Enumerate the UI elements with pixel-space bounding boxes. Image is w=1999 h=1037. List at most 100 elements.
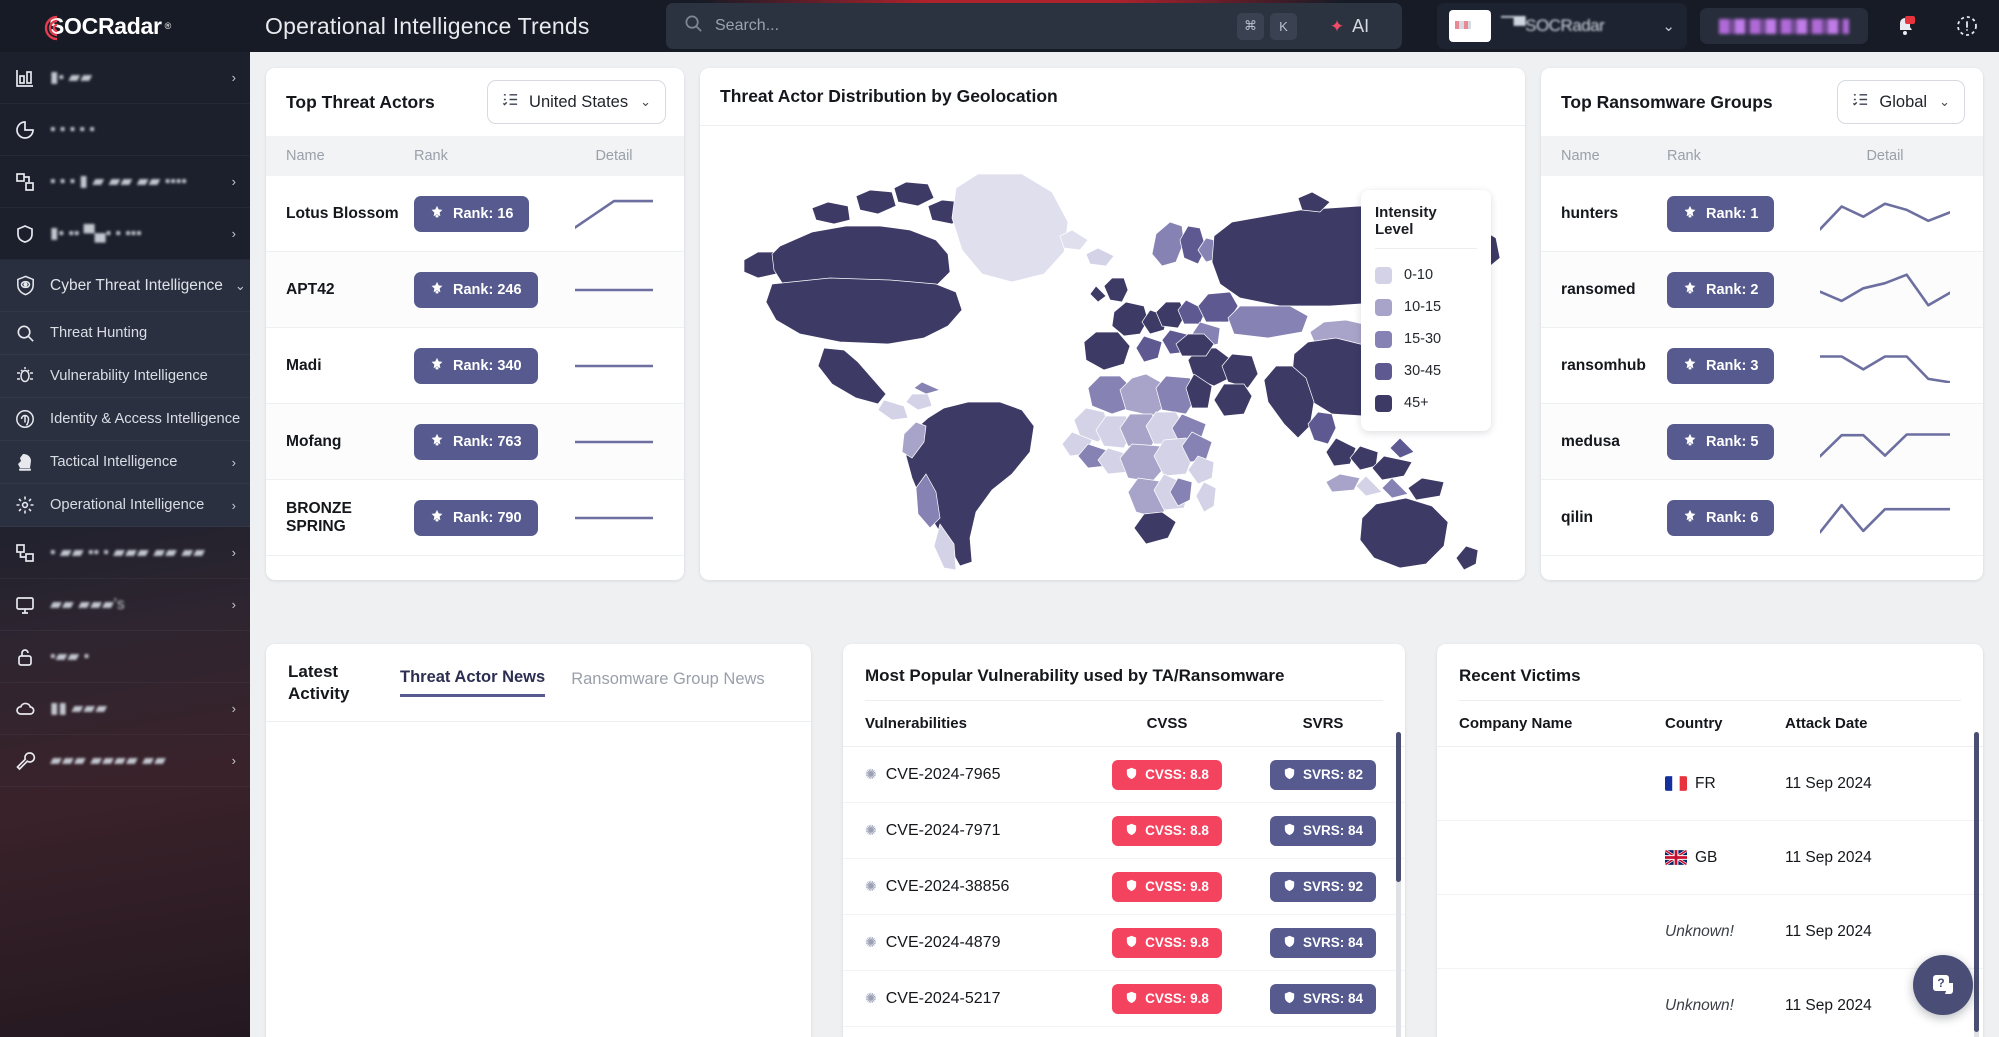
chevron-right-icon: ›	[231, 597, 236, 612]
search-icon	[12, 323, 38, 344]
sidebar-item-label: ▮▮ ▰▰▰	[50, 700, 108, 717]
brand-registered-icon: ®	[164, 21, 172, 31]
rank-badge[interactable]: Rank: 790	[414, 499, 538, 536]
chevron-right-icon: ›	[231, 497, 236, 513]
sidebar-item-6[interactable]: Threat Hunting	[0, 312, 250, 355]
global-search[interactable]: ⌘ K	[666, 3, 1311, 49]
cve-id[interactable]: CVE-2024-7971	[886, 822, 1001, 840]
victims-table-header: Company Name Country Attack Date	[1437, 701, 1983, 747]
tab-ransomware-group-news[interactable]: Ransomware Group News	[571, 670, 765, 696]
sidebar-item-7[interactable]: Vulnerability Intelligence	[0, 355, 250, 398]
sidebar-item-9[interactable]: Tactical Intelligence ›	[0, 441, 250, 484]
threat-actors-table-body: Lotus Blossom Rank: 16 APT42 Rank: 246 Madi R…	[266, 176, 684, 556]
sidebar-item-8[interactable]: Identity & Access Intelligence›	[0, 398, 250, 441]
table-row[interactable]: Unknown! 11 Sep 2024	[1437, 895, 1983, 969]
rank-badge[interactable]: Rank: 3	[1667, 347, 1775, 384]
sidebar-item-15[interactable]: ▰▰▰ ▰▰▰▰ ▰▰ ›	[0, 735, 250, 787]
table-row[interactable]: qilin Rank: 6	[1541, 480, 1983, 556]
table-row[interactable]: ✺ CVE-2024-5217 CVSS: 9.8 SVRS: 84	[843, 971, 1405, 1027]
cvss-badge[interactable]: CVSS: 8.8	[1112, 759, 1222, 790]
cve-id[interactable]: CVE-2024-5217	[886, 990, 1001, 1008]
rank-badge[interactable]: Rank: 16	[414, 195, 530, 232]
ransomware-region-select[interactable]: Global ⌄	[1837, 80, 1965, 124]
legend-row-1: 0-10	[1375, 259, 1477, 291]
table-row[interactable]: ✺ CVE-2024-38856 CVSS: 9.8 SVRS: 92	[843, 859, 1405, 915]
dashboard-row-bottom: Latest Activity Threat Actor News Ransom…	[266, 644, 1983, 1037]
table-row[interactable]: BRONZE SPRING Rank: 790	[266, 480, 684, 556]
table-row[interactable]: ✺CVE-2024-4577CVSS: 9.8SVRS: 99	[843, 1027, 1405, 1037]
pie-chart-icon	[12, 119, 38, 141]
ransomware-region-value: Global	[1879, 92, 1928, 111]
table-row[interactable]: Madi Rank: 340	[266, 328, 684, 404]
table-row[interactable]: ✺ CVE-2024-4879 CVSS: 9.8 SVRS: 84	[843, 915, 1405, 971]
sidebar-item-5[interactable]: Cyber Threat Intelligence ⌄	[0, 260, 250, 312]
kbd-k-key: K	[1270, 12, 1297, 40]
svrs-badge[interactable]: SVRS: 84	[1269, 983, 1377, 1014]
sidebar-item-11[interactable]: ▪ ▰▰ ▪▪ ▪ ▰▰▰ ▰▰ ▰▰ ›	[0, 527, 250, 579]
cve-id[interactable]: CVE-2024-38856	[886, 878, 1010, 896]
svrs-badge[interactable]: SVRS: 82	[1269, 759, 1377, 790]
threat-actor-name: Madi	[286, 356, 322, 374]
table-row[interactable]: Unknown! 11 Sep 2024	[1437, 969, 1983, 1037]
victims-scrollbar[interactable]	[1974, 732, 1979, 1037]
rank-badge[interactable]: Rank: 763	[414, 423, 538, 460]
vulnerability-scrollbar[interactable]	[1396, 732, 1401, 1037]
shield-icon	[1125, 879, 1138, 895]
sidebar-item-14[interactable]: ▮▮ ▰▰▰ ›	[0, 683, 250, 735]
table-row[interactable]: ransomed Rank: 2	[1541, 252, 1983, 328]
svrs-badge[interactable]: SVRS: 92	[1269, 871, 1377, 902]
table-row[interactable]: hunters Rank: 1	[1541, 176, 1983, 252]
help-support-fab[interactable]: ?	[1913, 955, 1973, 1015]
detail-sparkline	[544, 425, 684, 459]
search-input[interactable]	[715, 17, 1237, 35]
svrs-badge[interactable]: SVRS: 84	[1269, 815, 1377, 846]
table-row[interactable]: medusa Rank: 5	[1541, 404, 1983, 480]
notifications-button[interactable]	[1886, 8, 1924, 44]
star-icon	[430, 509, 444, 526]
svrs-badge[interactable]: SVRS: 84	[1269, 927, 1377, 958]
rank-badge[interactable]: Rank: 340	[414, 347, 538, 384]
table-row[interactable]: GB 11 Sep 2024	[1437, 821, 1983, 895]
ransomware-group-name: hunters	[1561, 204, 1619, 222]
rank-badge[interactable]: Rank: 246	[414, 271, 538, 308]
sidebar-item-13[interactable]: ▪▰▰ ▪	[0, 631, 250, 683]
sidebar-item-12[interactable]: ▰▰ ▰▰▰'s ›	[0, 579, 250, 631]
legend-swatch	[1375, 362, 1392, 380]
table-row[interactable]: APT42 Rank: 246	[266, 252, 684, 328]
bug-icon: ✺	[865, 766, 877, 782]
table-row[interactable]: ✺ CVE-2024-7965 CVSS: 8.8 SVRS: 82	[843, 747, 1405, 803]
rank-badge[interactable]: Rank: 6	[1667, 499, 1775, 536]
rank-badge[interactable]: Rank: 5	[1667, 423, 1775, 460]
world-map[interactable]: Intensity Level 0-10 10-15 15-30 30-45 45+	[700, 126, 1525, 580]
table-row[interactable]: ransomhub Rank: 3	[1541, 328, 1983, 404]
brand-logo[interactable]: SOCRadar ®	[0, 0, 250, 52]
sidebar-item-4[interactable]: ▮▪ ▪▪ ▀▄▪ ▪ ▪▪▪ ›	[0, 208, 250, 260]
sidebar-item-10[interactable]: Operational Intelligence ›	[0, 484, 250, 527]
cvss-badge[interactable]: CVSS: 9.8	[1112, 927, 1222, 958]
cve-id[interactable]: CVE-2024-7965	[886, 766, 1001, 784]
threat-actors-country-select[interactable]: United States ⌄	[487, 80, 666, 124]
sidebar-item-label: Tactical Intelligence	[50, 454, 178, 470]
sidebar-item-2[interactable]: ▪ ▪ ▪ ▪ ▪	[0, 104, 250, 156]
col-svrs: SVRS	[1302, 715, 1344, 732]
table-row[interactable]: Lotus Blossom Rank: 16	[266, 176, 684, 252]
table-row[interactable]: FR 11 Sep 2024	[1437, 747, 1983, 821]
header-promo-pill[interactable]	[1700, 8, 1868, 44]
rank-badge[interactable]: Rank: 2	[1667, 271, 1775, 308]
cvss-badge[interactable]: CVSS: 9.8	[1112, 871, 1222, 902]
sidebar-item-3[interactable]: ▪ ▪ ▪ ▮ ▰ ▰▰ ▰▰ ▪▪▪▪ ›	[0, 156, 250, 208]
cvss-badge[interactable]: CVSS: 9.8	[1112, 983, 1222, 1014]
cve-id[interactable]: CVE-2024-4879	[886, 934, 1001, 952]
rank-label: Rank: 3	[1706, 357, 1759, 374]
ai-assistant-button[interactable]: ✦ AI	[1297, 3, 1402, 49]
help-menu-button[interactable]	[1948, 8, 1986, 44]
sidebar-item-label: ▮▪ ▪▪ ▀▄▪ ▪ ▪▪▪	[50, 225, 142, 242]
rank-badge[interactable]: Rank: 1	[1667, 195, 1775, 232]
table-row[interactable]: Mofang Rank: 763	[266, 404, 684, 480]
account-switcher[interactable]: ▔▀SOCRadar ⌄	[1437, 3, 1687, 49]
table-row[interactable]: ✺ CVE-2024-7971 CVSS: 8.8 SVRS: 84	[843, 803, 1405, 859]
latest-activity-title-line2: Activity	[288, 683, 350, 703]
tab-threat-actor-news[interactable]: Threat Actor News	[400, 668, 546, 697]
cvss-badge[interactable]: CVSS: 8.8	[1112, 815, 1222, 846]
sidebar-item-1[interactable]: ▮▪ ▰▰ ›	[0, 52, 250, 104]
